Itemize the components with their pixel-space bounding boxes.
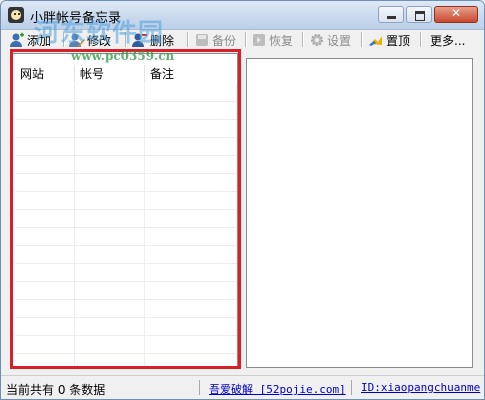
add-user-icon bbox=[9, 32, 25, 48]
column-header-account[interactable]: 帐号 bbox=[75, 65, 145, 83]
maximize-button[interactable] bbox=[406, 6, 432, 23]
restore-button[interactable]: 恢复 bbox=[251, 31, 293, 49]
empty-grid-row bbox=[15, 102, 237, 120]
52pojie-link[interactable]: 吾爱破解 [52pojie.com] bbox=[209, 381, 346, 397]
column-header-website[interactable]: 网站 bbox=[15, 65, 75, 83]
account-list[interactable]: 网站 帐号 备注 bbox=[12, 53, 238, 399]
maximize-icon bbox=[415, 11, 425, 21]
empty-grid-row bbox=[15, 192, 237, 210]
settings-label: 设置 bbox=[327, 33, 352, 48]
minimize-icon bbox=[387, 16, 396, 19]
empty-grid-row bbox=[15, 84, 237, 102]
list-header: 网站 帐号 备注 bbox=[15, 65, 237, 83]
pin-top-button[interactable]: 置顶 bbox=[368, 31, 410, 49]
watermark-url: www.pc0359.cn bbox=[71, 49, 175, 63]
status-bar: 当前共有 0 条数据 吾爱破解 [52pojie.com] ID:xiaopan… bbox=[1, 375, 484, 399]
empty-grid-row bbox=[15, 264, 237, 282]
close-icon: ✕ bbox=[450, 6, 462, 20]
minimize-button[interactable] bbox=[378, 6, 404, 23]
backup-icon bbox=[194, 32, 210, 48]
author-id-link[interactable]: ID:xiaopangchuanme bbox=[361, 381, 480, 394]
empty-grid-row bbox=[15, 138, 237, 156]
column-header-notes[interactable]: 备注 bbox=[145, 65, 237, 83]
empty-grid-row bbox=[15, 300, 237, 318]
more-button[interactable]: 更多... bbox=[430, 31, 465, 49]
empty-grid-row bbox=[15, 336, 237, 354]
restore-label: 恢复 bbox=[269, 33, 294, 48]
record-count: 当前共有 0 条数据 bbox=[6, 383, 106, 397]
backup-button[interactable]: 备份 bbox=[194, 31, 236, 49]
empty-grid-row bbox=[15, 246, 237, 264]
empty-grid-row bbox=[15, 228, 237, 246]
close-button[interactable]: ✕ bbox=[434, 6, 478, 23]
pin-top-label: 置顶 bbox=[386, 33, 411, 48]
watermark-brand: 河东软件园 bbox=[34, 18, 165, 47]
empty-grid-row bbox=[15, 120, 237, 138]
restore-icon bbox=[251, 32, 267, 48]
settings-button[interactable]: 设置 bbox=[309, 31, 351, 49]
gear-icon bbox=[309, 32, 325, 48]
app-window: 小胖帐号备忘录 ✕ 添加 修改 删除 备份 恢复 设置 置顶 更多... 网站 … bbox=[0, 0, 485, 400]
empty-grid-row bbox=[15, 282, 237, 300]
detail-panel[interactable] bbox=[246, 58, 473, 368]
empty-grid-row bbox=[15, 210, 237, 228]
empty-grid-row bbox=[15, 156, 237, 174]
empty-grid-row bbox=[15, 354, 237, 372]
more-label: 更多... bbox=[430, 33, 466, 48]
pin-icon bbox=[368, 32, 384, 48]
empty-grid-row bbox=[15, 174, 237, 192]
empty-grid-row bbox=[15, 318, 237, 336]
backup-label: 备份 bbox=[212, 33, 237, 48]
app-panda-icon bbox=[8, 7, 24, 23]
list-rows bbox=[15, 84, 237, 399]
